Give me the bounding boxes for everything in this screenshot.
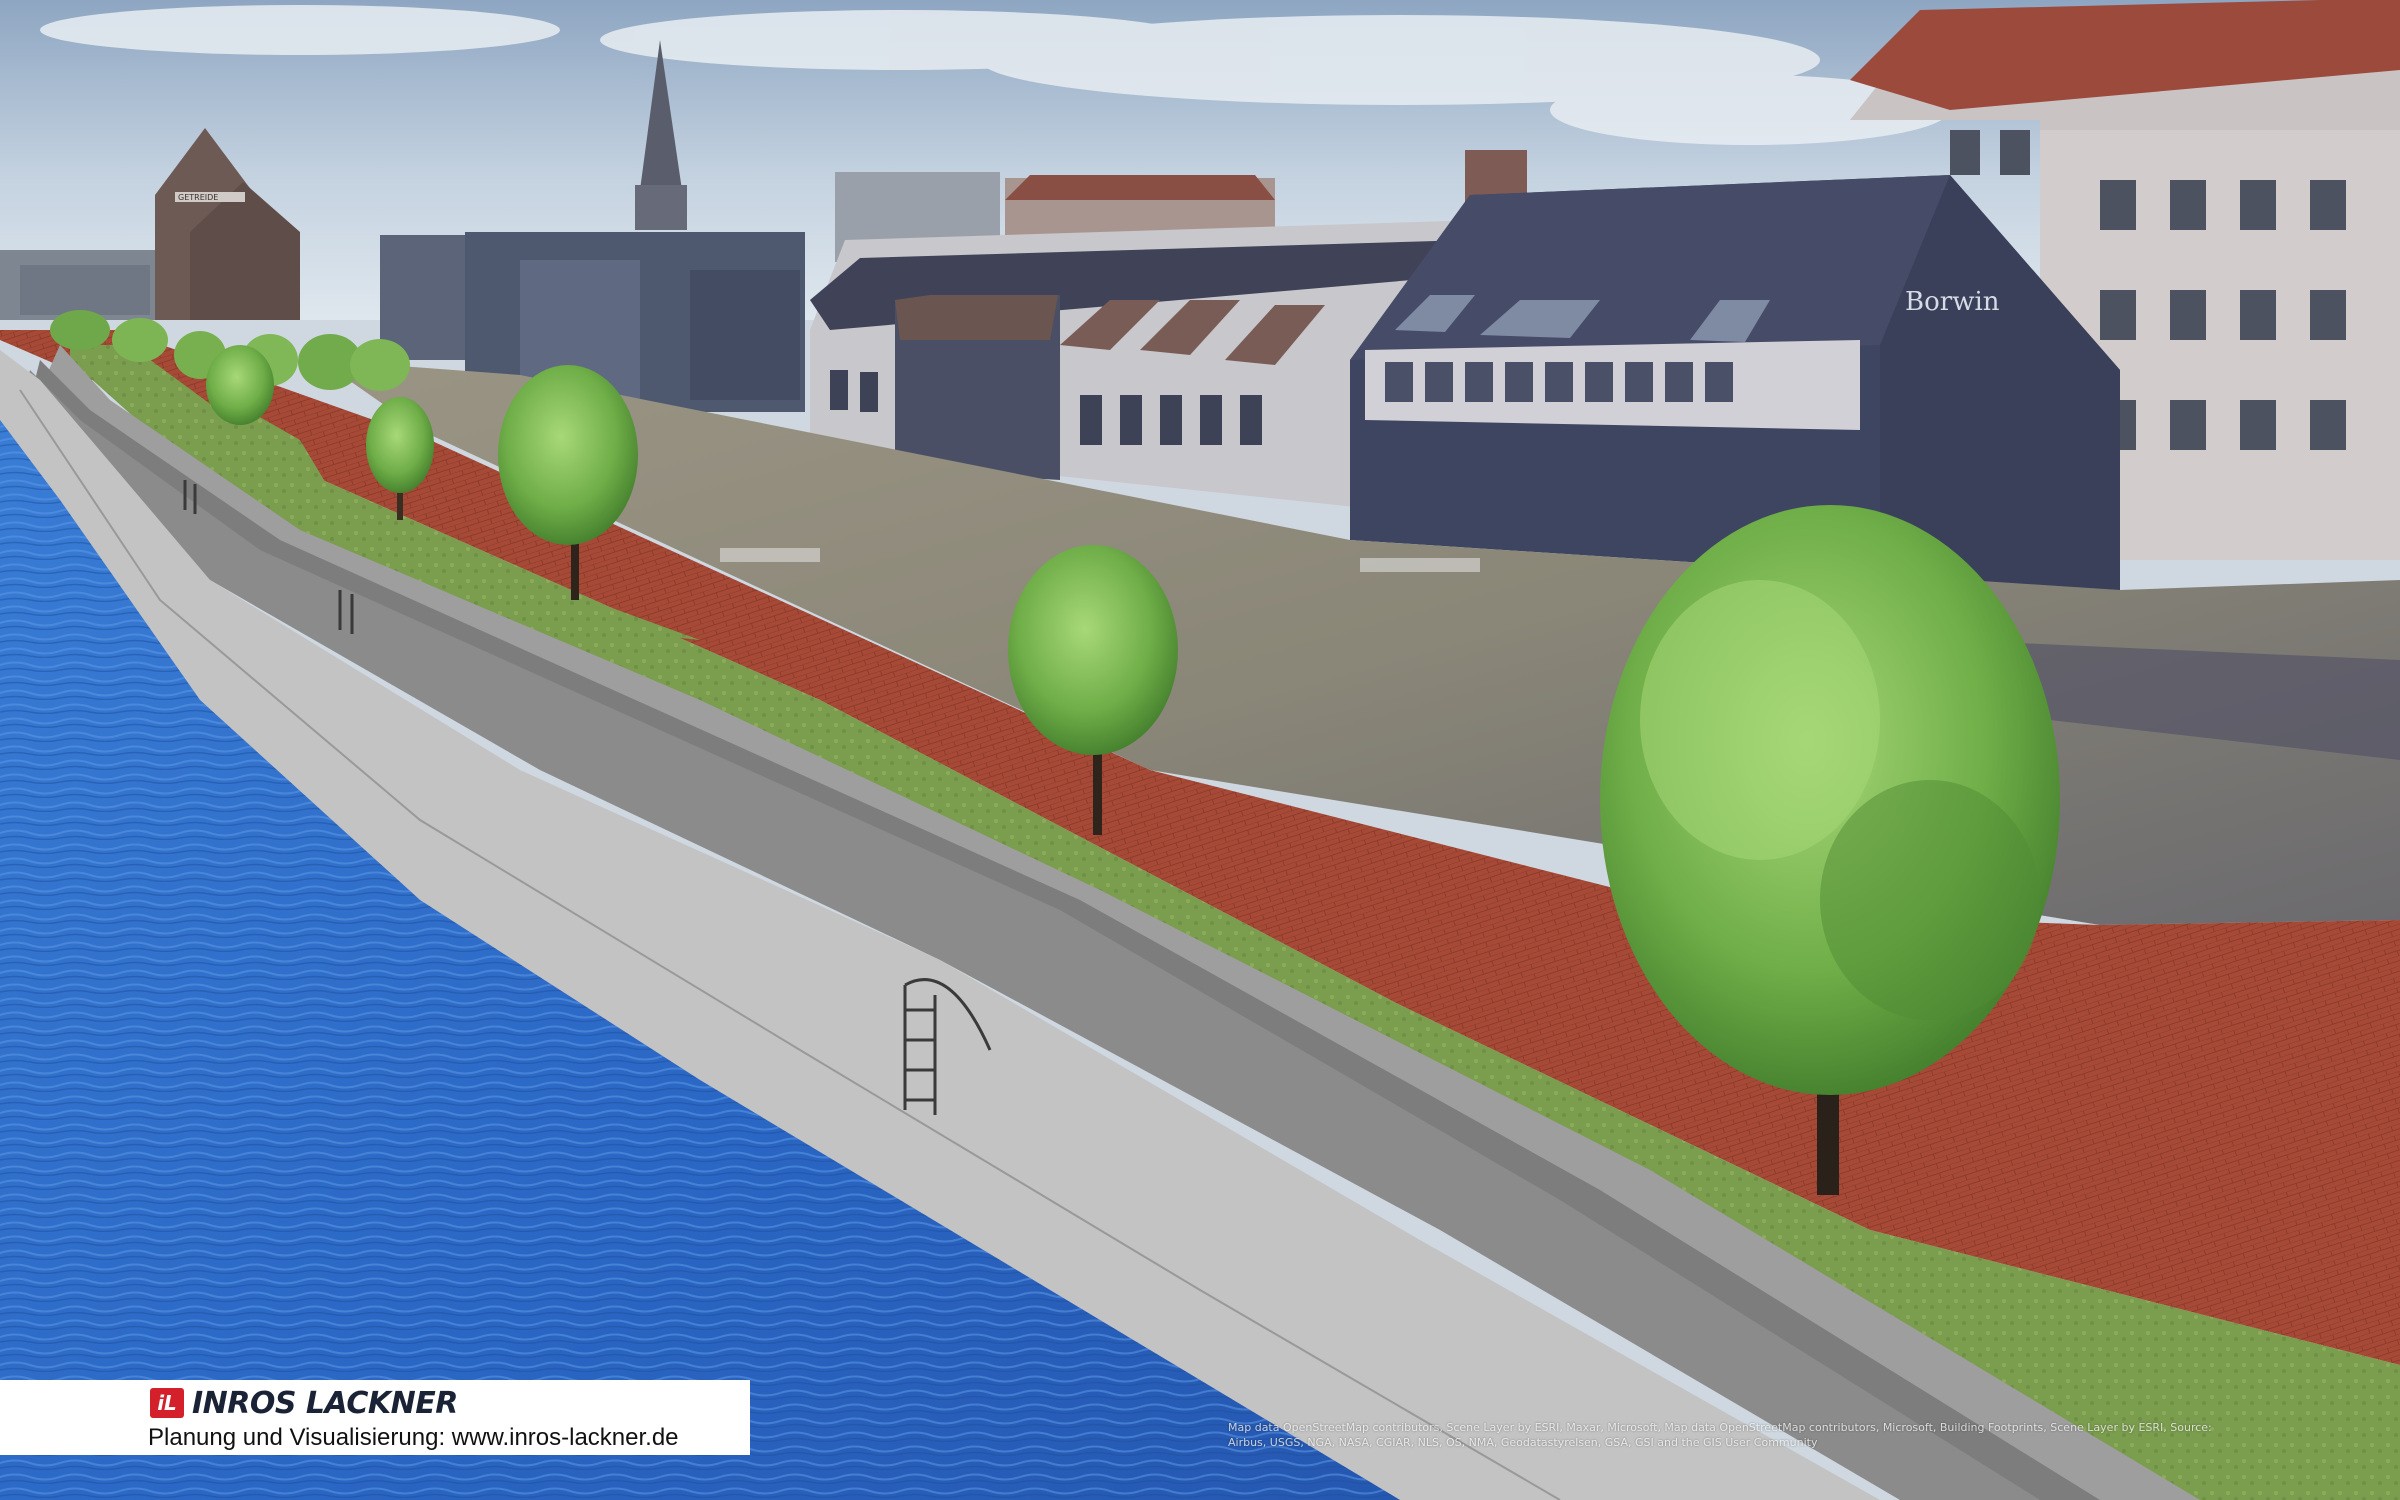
visualization-scene: GETREIDE Borwin iL INROS LACKNER Planung… [0, 0, 2400, 1500]
warehouse-sign: GETREIDE [178, 193, 218, 202]
harbor-rendering: GETREIDE Borwin [0, 0, 2400, 1500]
attribution-line-1: Map data OpenStreetMap contributors, Sce… [1228, 1421, 2212, 1434]
branding-banner: iL INROS LACKNER Planung und Visualisier… [0, 1380, 750, 1455]
attribution-line-2: Airbus, USGS, NGA, NASA, CGIAR, NLS, OS,… [1228, 1436, 1818, 1449]
map-attribution: Map data OpenStreetMap contributors, Sce… [1228, 1420, 2358, 1450]
company-caption: Planung und Visualisierung: www.inros-la… [148, 1424, 679, 1451]
company-logo-icon: iL [150, 1388, 184, 1418]
company-name: INROS LACKNER [192, 1386, 458, 1421]
building-sign: Borwin [1905, 287, 2000, 317]
